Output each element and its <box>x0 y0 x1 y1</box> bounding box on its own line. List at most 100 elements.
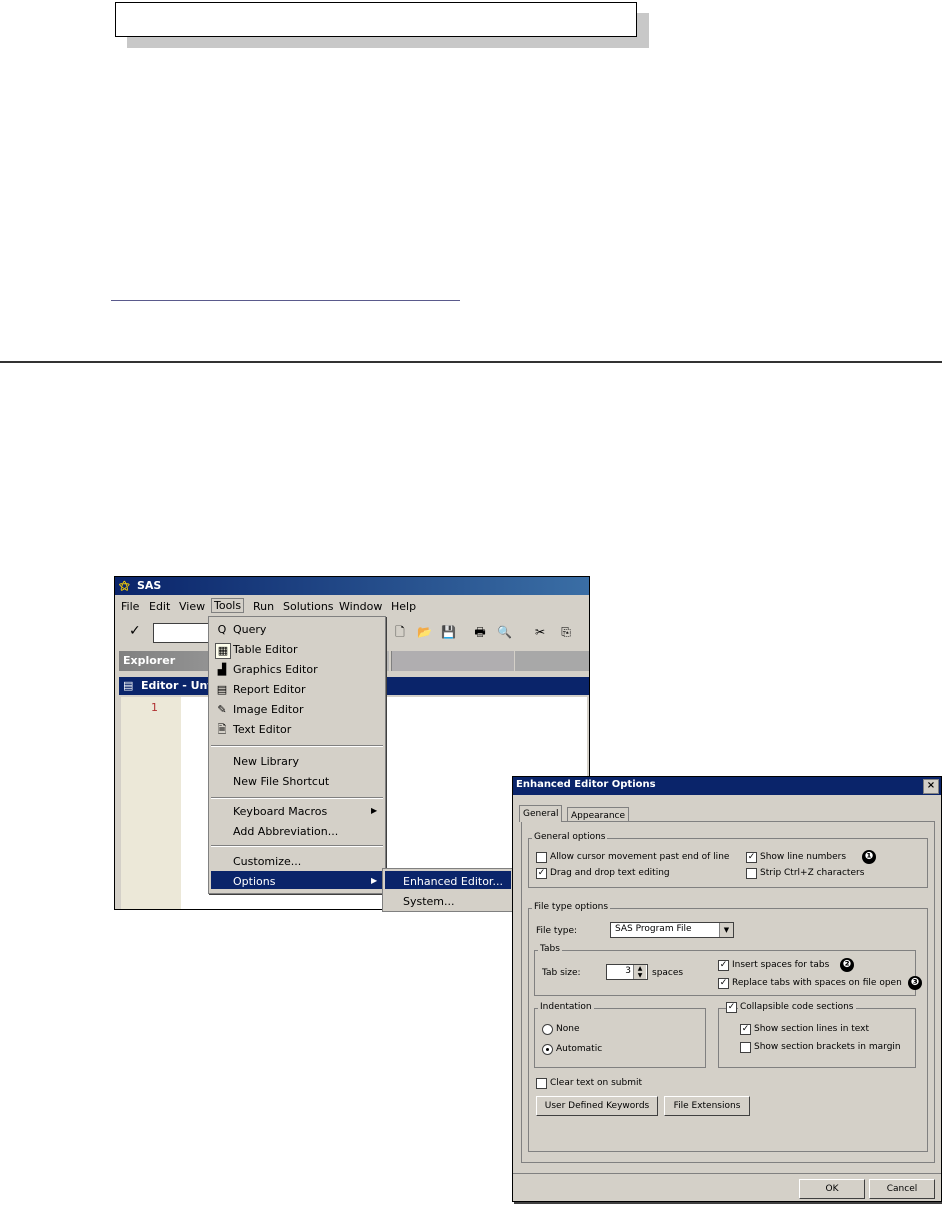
menu-help[interactable]: Help <box>391 600 416 613</box>
tab-appearance[interactable]: Appearance <box>567 807 630 822</box>
line-number: 1 <box>151 701 158 714</box>
save-icon[interactable]: 💾 <box>441 625 456 639</box>
explorer-label: Explorer <box>123 654 176 667</box>
ok-button[interactable]: OK <box>799 1179 865 1199</box>
graphics-editor-icon: ▟ <box>217 663 227 676</box>
allow-cursor-checkbox[interactable] <box>536 852 547 863</box>
callout-2: ❷ <box>840 958 854 972</box>
tabs-group-label: Tabs <box>538 944 562 954</box>
spin-arrows-icon[interactable]: ▲ ▼ <box>633 965 646 979</box>
table-editor-icon: ▦ <box>215 643 231 659</box>
submenu-arrow-icon: ▶ <box>371 806 378 815</box>
image-editor-icon: ✎ <box>217 703 227 716</box>
dialog-footer-divider <box>513 1173 941 1174</box>
tabs-group <box>534 950 916 996</box>
indent-none-radio[interactable] <box>542 1024 553 1035</box>
menu-item-report-editor[interactable]: Report Editor <box>233 683 306 696</box>
menu-separator <box>211 745 383 747</box>
replace-tabs-checkbox[interactable]: ✓ <box>718 978 729 989</box>
menu-solutions[interactable]: Solutions <box>283 600 334 613</box>
user-defined-keywords-button[interactable]: User Defined Keywords <box>536 1096 658 1116</box>
menu-window[interactable]: Window <box>339 600 382 613</box>
dialog-title: Enhanced Editor Options <box>516 779 656 790</box>
menu-item-table-editor[interactable]: Table Editor <box>233 643 298 656</box>
open-folder-icon[interactable]: 📂 <box>417 625 432 639</box>
submit-check-icon[interactable]: ✓ <box>129 623 141 639</box>
menu-item-add-abbreviation[interactable]: Add Abbreviation... <box>233 825 338 838</box>
command-input[interactable] <box>153 623 215 643</box>
section-lines-checkbox[interactable]: ✓ <box>740 1024 751 1035</box>
file-type-value: SAS Program File <box>615 924 692 934</box>
drag-drop-checkbox[interactable]: ✓ <box>536 868 547 879</box>
editor-line-gutter <box>121 697 181 909</box>
menu-item-customize[interactable]: Customize... <box>233 855 301 868</box>
sas-title-bar[interactable]: ⚝ SAS <box>115 577 589 595</box>
file-extensions-button[interactable]: File Extensions <box>664 1096 750 1116</box>
clear-text-label: Clear text on submit <box>550 1078 642 1088</box>
menu-item-query[interactable]: Query <box>233 623 266 636</box>
print-preview-icon[interactable]: 🔍 <box>497 625 512 639</box>
menu-item-new-file-shortcut[interactable]: New File Shortcut <box>233 775 329 788</box>
section-brackets-checkbox[interactable] <box>740 1042 751 1053</box>
menu-item-graphics-editor[interactable]: Graphics Editor <box>233 663 318 676</box>
allow-cursor-label: Allow cursor movement past end of line <box>550 852 730 862</box>
close-icon[interactable]: × <box>923 779 939 794</box>
collapsible-label: Collapsible code sections <box>738 1002 856 1012</box>
menu-item-text-editor[interactable]: Text Editor <box>233 723 291 736</box>
output-pane-header[interactable] <box>391 651 514 671</box>
show-line-numbers-checkbox[interactable]: ✓ <box>746 852 757 863</box>
menu-item-enhanced-editor[interactable]: Enhanced Editor... <box>403 875 503 888</box>
clear-text-checkbox[interactable] <box>536 1078 547 1089</box>
options-submenu: Enhanced Editor... System... <box>382 868 514 912</box>
query-icon: Q <box>217 623 227 636</box>
indent-automatic-label: Automatic <box>556 1044 603 1054</box>
strip-ctrl-z-checkbox[interactable] <box>746 868 757 879</box>
text-editor-icon: 🗎 <box>217 723 227 736</box>
print-icon[interactable]: 🖶 <box>473 625 487 639</box>
menu-separator <box>211 797 383 799</box>
header-box <box>115 2 637 37</box>
indentation-label: Indentation <box>538 1002 594 1012</box>
collapsible-checkbox[interactable]: ✓ <box>726 1002 737 1013</box>
show-line-numbers-label: Show line numbers <box>760 852 847 862</box>
menu-item-system[interactable]: System... <box>403 895 455 908</box>
insert-spaces-checkbox[interactable]: ✓ <box>718 960 729 971</box>
tools-menu: Q Query ▦ Table Editor ▟ Graphics Editor… <box>208 616 386 894</box>
editor-title: Editor - Unti <box>141 679 217 692</box>
editor-icon: ▤ <box>123 679 134 692</box>
menu-separator <box>211 845 383 847</box>
new-file-icon[interactable]: 🗋 <box>393 625 407 639</box>
cut-icon[interactable]: ✂ <box>533 625 547 639</box>
menu-run[interactable]: Run <box>253 600 274 613</box>
menu-item-new-library[interactable]: New Library <box>233 755 299 768</box>
replace-tabs-label: Replace tabs with spaces on file open <box>732 978 902 988</box>
menu-edit[interactable]: Edit <box>149 600 170 613</box>
menu-view[interactable]: View <box>179 600 205 613</box>
menu-item-image-editor[interactable]: Image Editor <box>233 703 304 716</box>
indent-automatic-radio[interactable] <box>542 1044 553 1055</box>
tab-general[interactable]: General <box>519 805 563 822</box>
menu-tools[interactable]: Tools <box>211 598 245 613</box>
menu-item-options[interactable]: Options <box>233 875 275 888</box>
report-editor-icon: ▤ <box>216 683 228 696</box>
link-underline <box>111 300 460 301</box>
output-pane-header-2[interactable] <box>515 651 589 671</box>
indent-none-label: None <box>556 1024 580 1034</box>
menu-item-keyboard-macros[interactable]: Keyboard Macros <box>233 805 327 818</box>
dialog-title-bar[interactable]: Enhanced Editor Options × <box>513 777 941 795</box>
general-tab-panel: General options Allow cursor movement pa… <box>521 821 935 1163</box>
tab-size-stepper[interactable]: 3 ▲ ▼ <box>606 964 648 980</box>
file-type-options-label: File type options <box>532 902 611 912</box>
cancel-button[interactable]: Cancel <box>869 1179 935 1199</box>
sas-window-title: SAS <box>137 579 162 592</box>
chevron-down-icon[interactable]: ▼ <box>719 923 733 937</box>
file-type-select[interactable]: SAS Program File ▼ <box>610 922 734 938</box>
submenu-arrow-icon: ▶ <box>371 876 378 885</box>
drag-drop-label: Drag and drop text editing <box>550 868 670 878</box>
section-brackets-label: Show section brackets in margin <box>754 1042 901 1052</box>
menu-file[interactable]: File <box>121 600 139 613</box>
copy-icon[interactable]: ⎘ <box>559 625 573 639</box>
enhanced-editor-options-dialog: Enhanced Editor Options × General Appear… <box>512 776 942 1202</box>
menu-bar: File Edit View Tools Run Solutions Windo… <box>115 597 589 617</box>
indentation-group <box>534 1008 706 1068</box>
